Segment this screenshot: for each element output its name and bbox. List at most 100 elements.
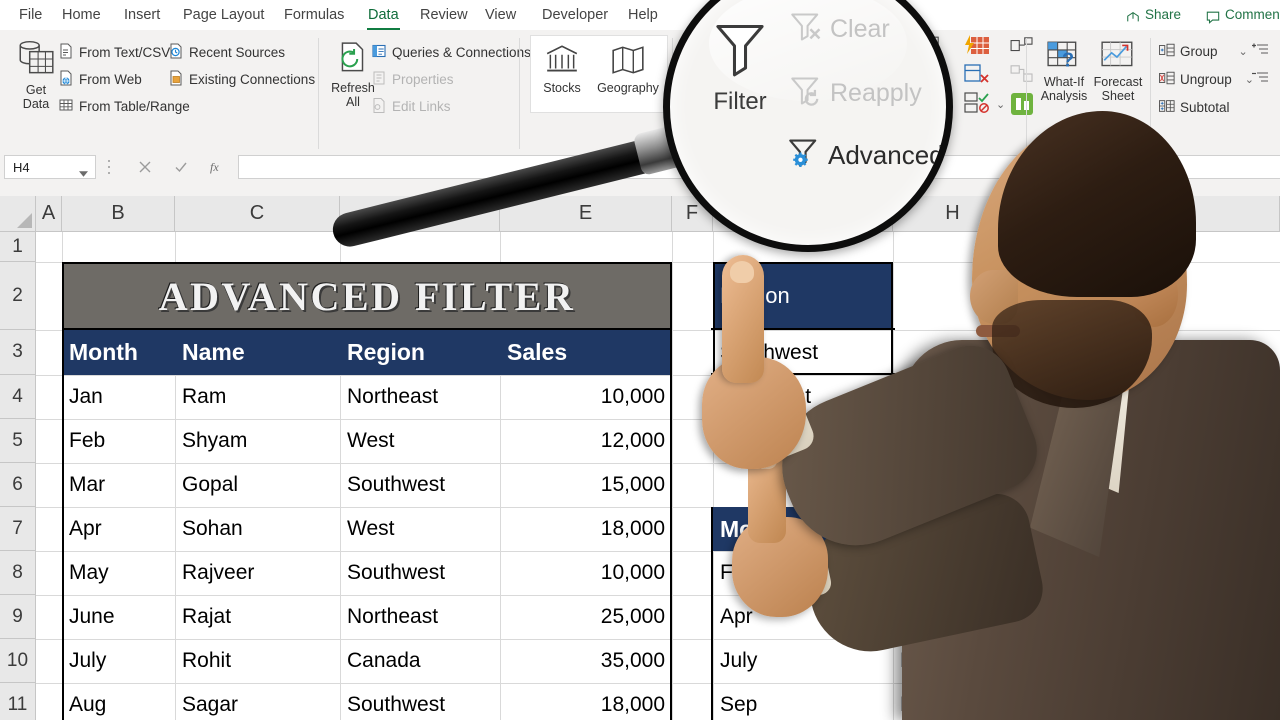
- recent-sources-button[interactable]: Recent Sources: [168, 41, 285, 63]
- cell-b10[interactable]: July: [62, 639, 175, 683]
- cell-c6[interactable]: Gopal: [175, 463, 340, 507]
- column-header-b[interactable]: B: [62, 196, 175, 232]
- column-header-a[interactable]: A: [36, 196, 62, 232]
- table-header-sales[interactable]: Sales: [500, 330, 672, 375]
- stocks-button[interactable]: Stocks: [532, 42, 592, 95]
- cell-e8[interactable]: 10,000: [500, 551, 672, 595]
- cell-e10[interactable]: 35,000: [500, 639, 672, 683]
- ungroup-button[interactable]: Ungroup ⌄: [1159, 68, 1254, 90]
- column-header-d[interactable]: D: [340, 196, 500, 232]
- cell-e9[interactable]: 25,000: [500, 595, 672, 639]
- ribbon-tab-formulas[interactable]: Formulas: [277, 4, 351, 28]
- row-header-6[interactable]: 6: [0, 463, 36, 507]
- output-cell-h11[interactable]: E: [893, 683, 1013, 720]
- criteria-region-value-1[interactable]: Southwest: [713, 330, 893, 375]
- cell-e4[interactable]: 10,000: [500, 375, 672, 419]
- cell-c5[interactable]: Shyam: [175, 419, 340, 463]
- manage-data-model-icon[interactable]: [1010, 92, 1034, 121]
- row-header-11[interactable]: 11: [0, 683, 36, 720]
- column-header-g[interactable]: G: [713, 196, 893, 232]
- criteria-month-value-2[interactable]: Apr: [713, 595, 893, 639]
- from-text-csv-button[interactable]: From Text/CSV: [58, 41, 170, 63]
- ribbon-tab-help[interactable]: Help: [621, 4, 665, 28]
- cell-d7[interactable]: West: [340, 507, 500, 551]
- criteria-region-value-2[interactable]: Northeast: [713, 375, 893, 419]
- show-detail-icon[interactable]: [1251, 42, 1269, 61]
- cell-c4[interactable]: Ram: [175, 375, 340, 419]
- cell-c10[interactable]: Rohit: [175, 639, 340, 683]
- from-web-button[interactable]: From Web: [58, 68, 142, 90]
- existing-connections-button[interactable]: Existing Connections: [168, 68, 315, 90]
- cell-d8[interactable]: Southwest: [340, 551, 500, 595]
- cell-b11[interactable]: Aug: [62, 683, 175, 720]
- chevron-down-icon[interactable]: ⌄: [996, 98, 1005, 111]
- cell-d6[interactable]: Southwest: [340, 463, 500, 507]
- get-data-button[interactable]: Get Data: [6, 38, 66, 111]
- row-header-9[interactable]: 9: [0, 595, 36, 639]
- row-header-10[interactable]: 10: [0, 639, 36, 683]
- row-header-2[interactable]: 2: [0, 262, 36, 330]
- column-header-c[interactable]: C: [175, 196, 340, 232]
- ribbon-tab-view[interactable]: View: [478, 4, 523, 28]
- cell-b8[interactable]: May: [62, 551, 175, 595]
- cell-c8[interactable]: Rajveer: [175, 551, 340, 595]
- fx-icon[interactable]: fx: [204, 155, 230, 179]
- criteria-month-value-4[interactable]: Sep: [713, 683, 893, 720]
- column-header-h[interactable]: H: [893, 196, 1013, 232]
- output-cell-h10[interactable]: R: [893, 639, 1013, 683]
- group-button[interactable]: Group ⌄: [1159, 40, 1248, 62]
- column-header-i[interactable]: I: [1013, 196, 1280, 232]
- forecast-sheet-button[interactable]: Forecast Sheet: [1088, 40, 1148, 103]
- cell-d5[interactable]: West: [340, 419, 500, 463]
- row-header-3[interactable]: 3: [0, 330, 36, 375]
- ribbon-tab-review[interactable]: Review: [413, 4, 475, 28]
- cell-b6[interactable]: Mar: [62, 463, 175, 507]
- consolidate-icon[interactable]: [1010, 36, 1034, 61]
- text-to-columns-icon[interactable]: [920, 36, 940, 67]
- queries-connections-button[interactable]: Queries & Connections: [371, 41, 531, 63]
- ribbon-tab-page-layout[interactable]: Page Layout: [176, 4, 271, 28]
- ribbon-tab-home[interactable]: Home: [55, 4, 108, 28]
- remove-duplicates-icon[interactable]: [964, 64, 990, 91]
- ribbon-tab-file[interactable]: File: [12, 4, 49, 28]
- criteria-month-value-1[interactable]: Feb: [713, 551, 893, 595]
- geography-button[interactable]: Geography: [597, 42, 659, 95]
- formula-input[interactable]: [238, 155, 1280, 179]
- what-if-analysis-button[interactable]: ? What-If Analysis: [1034, 40, 1094, 103]
- row-header-8[interactable]: 8: [0, 551, 36, 595]
- cell-e11[interactable]: 18,000: [500, 683, 672, 720]
- spreadsheet-grid[interactable]: A B C D E F G H I 1 2 3 4 5 6 7 8 9 10 1…: [0, 196, 1280, 720]
- sheet-title-banner[interactable]: ADVANCED FILTER: [62, 262, 672, 330]
- cell-c11[interactable]: Sagar: [175, 683, 340, 720]
- group-chevron-down-icon[interactable]: ⌄: [1239, 45, 1248, 58]
- table-header-region[interactable]: Region: [340, 330, 500, 375]
- cell-d11[interactable]: Southwest: [340, 683, 500, 720]
- row-header-1[interactable]: 1: [0, 232, 36, 262]
- row-header-5[interactable]: 5: [0, 419, 36, 463]
- share-button[interactable]: Share: [1118, 3, 1190, 26]
- cell-b5[interactable]: Feb: [62, 419, 175, 463]
- subtotal-button[interactable]: Subtotal: [1159, 96, 1230, 118]
- cell-e6[interactable]: 15,000: [500, 463, 672, 507]
- flash-fill-icon[interactable]: [964, 34, 990, 63]
- criteria-region-header[interactable]: Region: [713, 262, 893, 330]
- ribbon-tab-developer[interactable]: Developer: [535, 4, 615, 28]
- relationships-icon[interactable]: [1010, 64, 1034, 89]
- criteria-month-header[interactable]: Mon: [713, 507, 893, 551]
- row-header-7[interactable]: 7: [0, 507, 36, 551]
- cancel-icon[interactable]: [132, 155, 158, 179]
- name-box[interactable]: H4: [4, 155, 96, 179]
- cell-d10[interactable]: Canada: [340, 639, 500, 683]
- from-table-range-button[interactable]: From Table/Range: [58, 95, 190, 117]
- column-header-e[interactable]: E: [500, 196, 672, 232]
- select-all-corner[interactable]: [0, 196, 36, 232]
- cell-b7[interactable]: Apr: [62, 507, 175, 551]
- comments-button[interactable]: Comments: [1198, 3, 1280, 26]
- cell-b9[interactable]: June: [62, 595, 175, 639]
- column-header-f[interactable]: F: [672, 196, 713, 232]
- table-header-name[interactable]: Name: [175, 330, 340, 375]
- output-cell-h9[interactable]: So: [893, 595, 1013, 639]
- ribbon-tab-data[interactable]: Data: [361, 4, 406, 30]
- ribbon-tab-insert[interactable]: Insert: [117, 4, 167, 28]
- cell-e7[interactable]: 18,000: [500, 507, 672, 551]
